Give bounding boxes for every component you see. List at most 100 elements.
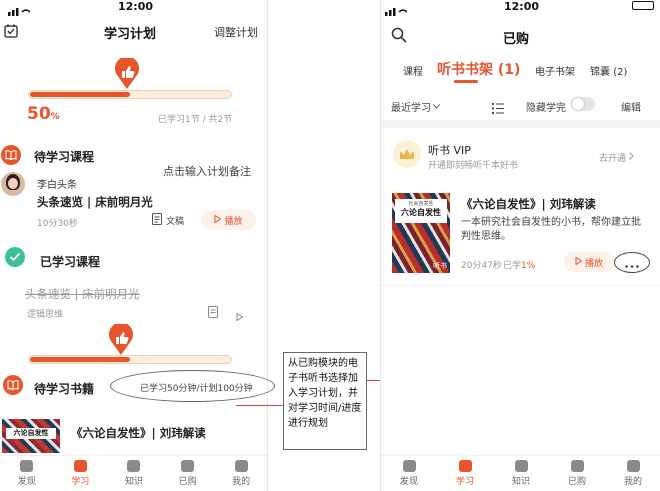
play-button[interactable]: 播放	[564, 252, 614, 272]
tab-mine[interactable]: 我的	[214, 456, 267, 491]
cover-label: 社会自发性 六论自发性	[395, 199, 447, 223]
transcript-button[interactable]: 文稿	[152, 213, 184, 228]
tab-mine[interactable]: 我的	[605, 456, 660, 491]
edit-button[interactable]: 编辑	[621, 99, 641, 114]
purchased-icon	[181, 460, 195, 472]
tab-label: 发现	[399, 477, 418, 487]
vip-open-label: 去开通	[599, 154, 627, 164]
tab-label: 学习	[71, 477, 90, 487]
annotation-connector	[236, 405, 283, 406]
divider	[381, 285, 660, 286]
profile-icon	[234, 460, 248, 472]
tab-knowledge[interactable]: 知识	[493, 456, 549, 491]
tab-audiobook-shelf[interactable]: 听书书架 (1)	[437, 59, 520, 79]
book-duration: 20分47秒	[461, 261, 502, 271]
tab-ebook-shelf[interactable]: 电子书架	[535, 63, 575, 78]
course-duration: 10分30秒	[37, 219, 78, 229]
more-options-button[interactable]	[614, 252, 650, 273]
hide-finished-toggle[interactable]	[571, 97, 595, 111]
tab-discover[interactable]: 发现	[381, 456, 437, 491]
book-progress-bar	[28, 355, 232, 364]
chevron-right-icon	[629, 152, 634, 163]
study-icon	[73, 460, 87, 472]
discover-icon	[402, 460, 416, 472]
pending-course-heading: 待学习课程	[34, 150, 95, 164]
crown-icon	[393, 140, 421, 168]
learning-plan-screen: 12:00 学习计划 调整计划 50% 已学习1节 / 共2节 待学习课程 点击…	[0, 0, 268, 491]
bottom-tab-bar: 发现 学习 知识 已购 我的	[0, 455, 267, 491]
learned-course-heading: 已学习课程	[40, 255, 101, 269]
play-icon[interactable]	[236, 306, 244, 325]
calendar-icon[interactable]	[4, 23, 18, 42]
progress-stat: 已学习1节 / 共2节	[158, 115, 233, 125]
tab-label: 已购	[178, 477, 197, 487]
tab-study[interactable]: 学习	[437, 456, 493, 491]
tab-discover[interactable]: 发现	[0, 456, 54, 491]
play-button[interactable]: 播放	[201, 210, 256, 230]
adjust-plan-button[interactable]: 调整计划	[214, 24, 258, 40]
pending-book-title[interactable]: 《六论自发性》| 刘玮解读	[71, 425, 206, 441]
tab-label: 已购	[567, 477, 586, 487]
tab-tips[interactable]: 锦囊 (2)	[590, 63, 627, 78]
divider	[381, 120, 660, 128]
cover-subtitle: 听书	[433, 262, 447, 270]
tab-label: 我的	[623, 477, 642, 487]
plan-progress-bar	[28, 90, 232, 99]
status-time: 12:00	[504, 0, 540, 13]
sort-dropdown[interactable]: 最近学习	[391, 99, 440, 114]
tab-knowledge[interactable]: 知识	[107, 456, 161, 491]
bottom-tab-bar: 发现 学习 知识 已购 我的	[381, 455, 660, 491]
purchased-screen: 12:00 已购 课程 听书书架 (1) 电子书架 锦囊 (2) 最近学习 隐藏…	[380, 0, 660, 491]
list-view-icon[interactable]	[492, 99, 504, 118]
thumbs-up-marker-icon	[114, 56, 140, 94]
annotation-note: 从已购模块的电子书听书选择加入学习计划，并对学习时间/进度进行规划	[283, 352, 367, 450]
knowledge-icon	[127, 460, 141, 472]
play-icon	[214, 214, 222, 226]
document-icon[interactable]	[208, 303, 218, 322]
purchased-icon	[570, 460, 584, 472]
tab-label: 知识	[511, 477, 530, 487]
pending-book-heading: 待学习书籍	[34, 382, 95, 396]
book-open-icon	[3, 375, 23, 395]
plan-progress-fill	[30, 92, 130, 97]
tab-purchased[interactable]: 已购	[549, 456, 605, 491]
play-label: 播放	[584, 258, 603, 269]
search-icon[interactable]	[391, 27, 407, 47]
avatar	[1, 172, 25, 196]
book-progress-fill	[30, 357, 130, 362]
signal-icon	[8, 1, 31, 20]
vip-title: 听书 VIP	[428, 144, 471, 157]
signal-icon	[385, 1, 408, 20]
battery-icon	[632, 1, 654, 10]
chevron-down-icon	[433, 101, 440, 112]
learned-course-subtitle: 逻辑思维	[27, 310, 64, 320]
tab-label: 知识	[124, 477, 143, 487]
pending-course-title[interactable]: 头条速览 | 床前明月光	[37, 194, 153, 210]
active-tab-indicator	[454, 80, 478, 83]
study-icon	[458, 460, 472, 472]
more-dots-icon	[625, 253, 639, 272]
tab-label: 发现	[17, 477, 36, 487]
plan-note-input[interactable]: 点击输入计划备注	[163, 163, 251, 179]
cover-title: 六论自发性	[6, 428, 56, 439]
course-author: 李白头条	[37, 180, 77, 191]
page-title: 已购	[503, 32, 530, 47]
book-title[interactable]: 《六论自发性》| 刘玮解读	[461, 196, 596, 212]
play-icon	[575, 256, 583, 268]
sort-label: 最近学习	[391, 103, 431, 114]
document-icon	[152, 213, 162, 228]
page-title: 学习计划	[104, 27, 157, 42]
tab-label: 我的	[232, 477, 251, 487]
play-label: 播放	[224, 216, 243, 227]
vip-open-button[interactable]: 去开通	[599, 151, 634, 164]
knowledge-icon	[514, 460, 528, 472]
learned-course-title[interactable]: 头条速览 | 床前明月光	[25, 286, 140, 302]
highlight-ellipse	[110, 370, 275, 402]
tab-purchased[interactable]: 已购	[161, 456, 215, 491]
tab-study[interactable]: 学习	[54, 456, 108, 491]
tab-label: 学习	[455, 477, 474, 487]
book-description: 一本研究社会自发性的小书，帮你建立批判性思维。	[461, 217, 641, 242]
tab-courses[interactable]: 课程	[403, 63, 423, 78]
book-learned: 已学1%	[503, 261, 536, 271]
hide-finished-label: 隐藏学完	[526, 103, 566, 114]
